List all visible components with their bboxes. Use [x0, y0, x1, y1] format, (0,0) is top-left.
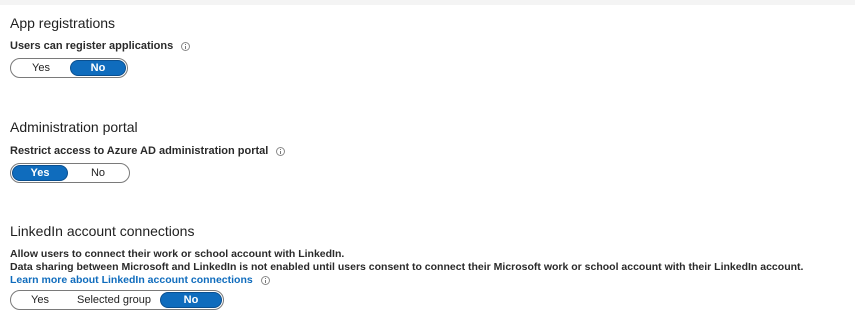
administration-portal-setting: Restrict access to Azure AD administrati… [10, 145, 286, 157]
administration-portal-section: Administration portal Restrict access to… [10, 119, 286, 183]
toggle-option-no[interactable]: No [160, 292, 222, 308]
linkedin-description-line1: Allow users to connect their work or sch… [10, 248, 345, 260]
app-registrations-setting: Users can register applications [10, 40, 191, 52]
toggle-option-yes[interactable]: Yes [12, 292, 68, 308]
info-icon[interactable] [260, 275, 270, 285]
toggle-option-selected-group[interactable]: Selected group [68, 292, 160, 308]
restrict-access-toggle[interactable]: Yes No [10, 163, 130, 183]
toggle-option-no[interactable]: No [70, 60, 126, 76]
app-registrations-section: App registrations Users can register app… [10, 15, 191, 78]
settings-panel: App registrations Users can register app… [0, 5, 855, 328]
administration-portal-title: Administration portal [10, 119, 138, 135]
info-icon[interactable] [276, 146, 286, 156]
linkedin-title: LinkedIn account connections [10, 223, 195, 239]
learn-more-link[interactable]: Learn more about LinkedIn account connec… [10, 274, 253, 286]
linkedin-section: LinkedIn account connections Allow users… [10, 223, 803, 310]
linkedin-description-line2: Data sharing between Microsoft and Linke… [10, 261, 804, 273]
linkedin-connections-toggle[interactable]: Yes Selected group No [10, 290, 224, 310]
toggle-option-yes[interactable]: Yes [12, 60, 70, 76]
learn-more-row: Learn more about LinkedIn account connec… [10, 274, 803, 286]
restrict-access-label: Restrict access to Azure AD administrati… [10, 145, 269, 157]
app-registrations-title: App registrations [10, 15, 116, 31]
users-can-register-label: Users can register applications [10, 40, 174, 52]
toggle-option-yes[interactable]: Yes [12, 165, 68, 181]
info-icon[interactable] [181, 41, 191, 51]
users-can-register-toggle[interactable]: Yes No [10, 58, 128, 78]
toggle-option-no[interactable]: No [68, 165, 128, 181]
